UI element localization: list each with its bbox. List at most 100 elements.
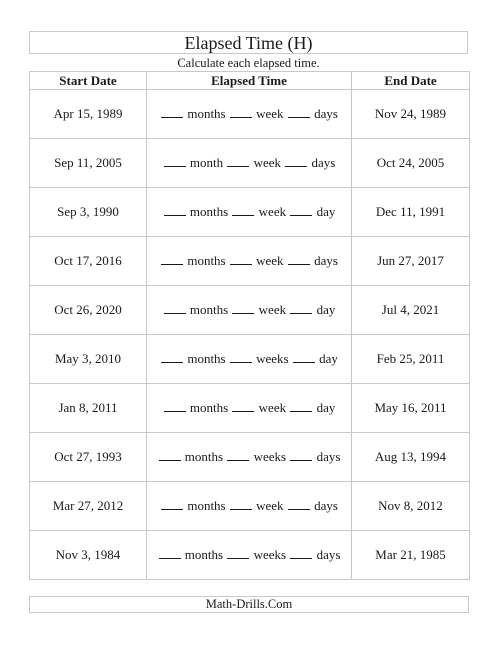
end-date: Nov 24, 1989 [351, 89, 470, 139]
end-date: Nov 8, 2012 [351, 481, 470, 531]
answer-blank[interactable] [163, 302, 186, 314]
answer-blank[interactable] [158, 449, 181, 461]
unit-days: days [314, 498, 338, 513]
start-date: Jan 8, 2011 [29, 383, 147, 433]
elapsed-time-cell: months weeks days [146, 530, 352, 580]
unit-weeks: week [256, 106, 284, 121]
start-date: Oct 17, 2016 [29, 236, 147, 286]
unit-days: days [314, 106, 338, 121]
elapsed-time-cell: months week day [146, 383, 352, 433]
answer-blank[interactable] [232, 302, 255, 314]
unit-days: day [316, 400, 336, 415]
table-header-row: Start Date Elapsed Time End Date [29, 71, 470, 90]
answer-blank[interactable] [229, 253, 252, 265]
unit-months: months [187, 253, 226, 268]
footer: Math-Drills.Com [29, 596, 469, 613]
elapsed-time-cell: months week day [146, 285, 352, 335]
start-date: Apr 15, 1989 [29, 89, 147, 139]
elapsed-time-cell: months week day [146, 187, 352, 237]
unit-days: days [314, 253, 338, 268]
unit-days: day [316, 302, 336, 317]
end-date: May 16, 2011 [351, 383, 470, 433]
answer-blank[interactable] [229, 106, 252, 118]
unit-months: months [189, 204, 229, 219]
end-date: Jun 27, 2017 [351, 236, 470, 286]
answer-blank[interactable] [232, 204, 255, 216]
unit-weeks: week [253, 155, 282, 170]
table-row: Nov 3, 1984 months weeks days Mar 21, 198… [29, 530, 470, 580]
unit-weeks: weeks [256, 351, 289, 366]
answer-blank[interactable] [161, 498, 184, 510]
column-header-elapsed-time: Elapsed Time [146, 71, 352, 90]
elapsed-time-table: Start Date Elapsed Time End Date Apr 15,… [29, 71, 470, 580]
unit-months: months [184, 449, 224, 464]
footer-text: Math-Drills.Com [205, 597, 293, 611]
start-date: Sep 3, 1990 [29, 187, 147, 237]
end-date: Feb 25, 2011 [351, 334, 470, 384]
elapsed-time-cell: months weeks day [146, 334, 352, 384]
start-date: Nov 3, 1984 [29, 530, 147, 580]
answer-blank[interactable] [161, 351, 184, 363]
unit-days: day [319, 351, 338, 366]
table-row: Oct 26, 2020 months week day Jul 4, 2021 [29, 285, 470, 335]
unit-weeks: week [258, 204, 287, 219]
end-date: Mar 21, 1985 [351, 530, 470, 580]
answer-blank[interactable] [161, 253, 184, 265]
answer-blank[interactable] [290, 547, 313, 559]
table-row: Sep 3, 1990 months week day Dec 11, 1991 [29, 187, 470, 237]
start-date: Oct 26, 2020 [29, 285, 147, 335]
answer-blank[interactable] [229, 351, 252, 363]
answer-blank[interactable] [287, 253, 310, 265]
answer-blank[interactable] [232, 400, 255, 412]
end-date: Aug 13, 1994 [351, 432, 470, 482]
answer-blank[interactable] [290, 400, 313, 412]
unit-months: months [184, 547, 224, 562]
elapsed-time-cell: months week days [146, 481, 352, 531]
table-row: Oct 17, 2016 months week days Jun 27, 201… [29, 236, 470, 286]
answer-blank[interactable] [290, 449, 313, 461]
answer-blank[interactable] [161, 106, 184, 118]
start-date: Oct 27, 1993 [29, 432, 147, 482]
unit-months: months [187, 351, 226, 366]
answer-blank[interactable] [227, 155, 250, 167]
unit-weeks: week [256, 498, 284, 513]
end-date: Jul 4, 2021 [351, 285, 470, 335]
answer-blank[interactable] [163, 155, 186, 167]
answer-blank[interactable] [229, 498, 252, 510]
answer-blank[interactable] [227, 547, 250, 559]
answer-blank[interactable] [285, 155, 308, 167]
elapsed-time-cell: months week days [146, 89, 352, 139]
answer-blank[interactable] [227, 449, 250, 461]
unit-days: days [316, 547, 341, 562]
table-row: Mar 27, 2012 months week days Nov 8, 2012 [29, 481, 470, 531]
start-date: Mar 27, 2012 [29, 481, 147, 531]
end-date: Oct 24, 2005 [351, 138, 470, 188]
instructions: Calculate each elapsed time. [177, 56, 320, 70]
answer-blank[interactable] [163, 400, 186, 412]
elapsed-time-cell: months weeks days [146, 432, 352, 482]
table-row: May 3, 2010 months weeks day Feb 25, 2011 [29, 334, 470, 384]
unit-weeks: weeks [253, 547, 287, 562]
unit-weeks: week [258, 400, 287, 415]
unit-weeks: weeks [253, 449, 287, 464]
unit-weeks: week [258, 302, 287, 317]
answer-blank[interactable] [292, 351, 315, 363]
table-row: Oct 27, 1993 months weeks days Aug 13, 19… [29, 432, 470, 482]
answer-blank[interactable] [287, 498, 310, 510]
answer-blank[interactable] [290, 302, 313, 314]
start-date: May 3, 2010 [29, 334, 147, 384]
answer-blank[interactable] [163, 204, 186, 216]
unit-days: day [316, 204, 336, 219]
title-box: Elapsed Time (H) [29, 31, 468, 54]
elapsed-time-cell: month week days [146, 138, 352, 188]
unit-months: month [189, 155, 224, 170]
answer-blank[interactable] [158, 547, 181, 559]
end-date: Dec 11, 1991 [351, 187, 470, 237]
table-row: Sep 11, 2005 month week days Oct 24, 2005 [29, 138, 470, 188]
answer-blank[interactable] [290, 204, 313, 216]
column-header-start-date: Start Date [29, 71, 147, 90]
table-row: Apr 15, 1989 months week days Nov 24, 198… [29, 89, 470, 139]
unit-days: days [311, 155, 336, 170]
answer-blank[interactable] [287, 106, 310, 118]
unit-months: months [187, 106, 226, 121]
